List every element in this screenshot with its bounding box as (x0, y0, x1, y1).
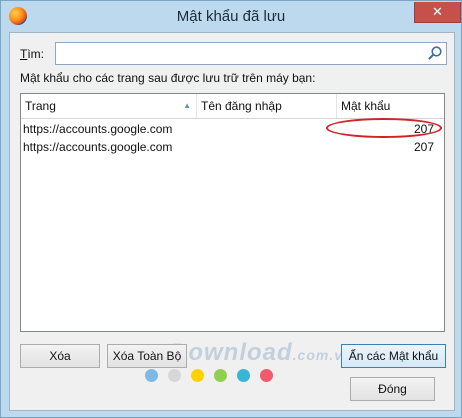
toggle-passwords-button[interactable]: Ẩn các Mật khẩu (341, 344, 446, 368)
watermark-dot (237, 369, 250, 382)
watermark-dots (145, 369, 285, 383)
delete-button[interactable]: Xóa (20, 344, 100, 368)
column-header-site-label: Trang (25, 99, 56, 113)
cell-password: 207 (413, 140, 434, 154)
close-button[interactable]: Đóng (350, 377, 435, 401)
search-box[interactable] (55, 42, 447, 65)
close-window-button[interactable]: ✕ (414, 2, 461, 23)
saved-passwords-window: Mật khẩu đã lưu ✕ Tìm: Mật khẩu cho các … (0, 0, 462, 418)
column-header-site[interactable]: Trang ▲ (21, 94, 197, 118)
window-title: Mật khẩu đã lưu (176, 8, 286, 25)
dialog-body: Tìm: Mật khẩu cho các trang sau được lưu… (9, 32, 455, 411)
info-text: Mật khẩu cho các trang sau được lưu trữ … (20, 71, 316, 85)
cell-site: https://accounts.google.com (23, 140, 173, 154)
watermark-dot (214, 369, 227, 382)
table-row[interactable]: https://accounts.google.com 207 (21, 138, 444, 156)
search-input[interactable] (58, 44, 422, 64)
search-label: Tìm: (20, 47, 44, 61)
watermark-main: Download (170, 339, 293, 366)
table-header: Trang ▲ Tên đăng nhập Mật khẩu (21, 94, 444, 119)
column-header-password[interactable]: Mật khẩu (337, 94, 444, 118)
cell-username (197, 120, 339, 138)
watermark-dot (168, 369, 181, 382)
watermark-dot (260, 369, 273, 382)
watermark-dot (191, 369, 204, 382)
sort-ascending-icon: ▲ (183, 101, 191, 110)
download-watermark: Download.com.vn (170, 339, 353, 367)
cell-username (197, 138, 339, 156)
column-header-username[interactable]: Tên đăng nhập (197, 94, 337, 118)
watermark-dot (145, 369, 158, 382)
search-icon[interactable] (427, 45, 443, 61)
cell-site: https://accounts.google.com (23, 122, 173, 136)
password-table: Trang ▲ Tên đăng nhập Mật khẩu https://a… (20, 93, 445, 332)
search-label-rest: ìm: (27, 47, 45, 61)
delete-all-button[interactable]: Xóa Toàn Bộ (107, 344, 187, 368)
title-bar: Mật khẩu đã lưu ✕ (1, 1, 461, 31)
password-highlight-annotation (326, 118, 442, 138)
